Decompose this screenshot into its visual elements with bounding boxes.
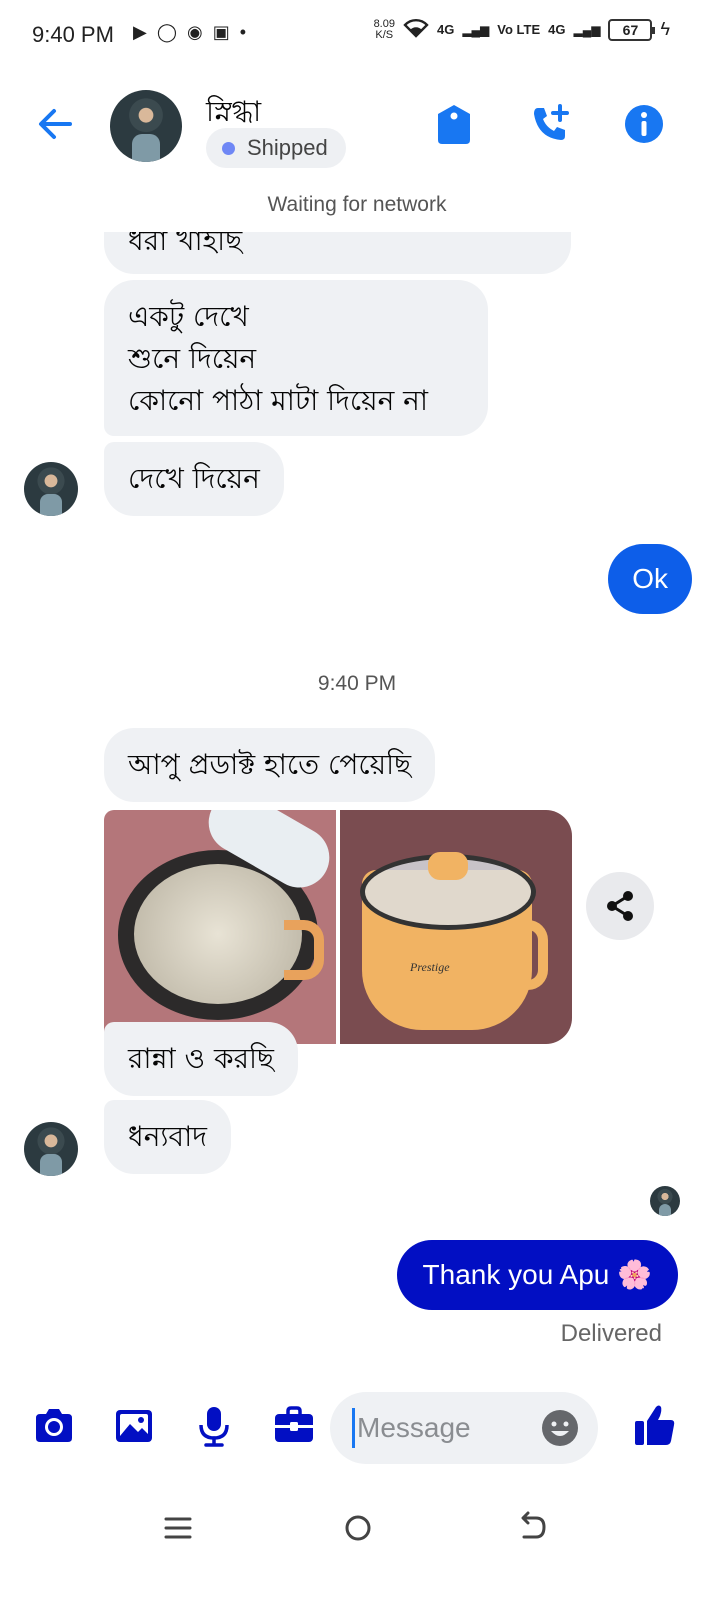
info-button[interactable] — [622, 102, 666, 146]
seen-avatar — [650, 1186, 680, 1216]
home-circle-icon — [345, 1515, 371, 1541]
info-icon — [625, 105, 663, 143]
message-composer — [0, 1386, 714, 1466]
thumbs-up-icon — [635, 1405, 675, 1445]
message-input[interactable] — [352, 1408, 532, 1448]
net-speed-unit: K/S — [375, 28, 394, 41]
photo-attachments: Prestige — [104, 810, 572, 1044]
message-bubble[interactable]: একটু দেখে শুনে দিয়েন কোনো পাঠা মাটা দিয… — [104, 280, 488, 436]
chat-header: স্নিগ্ধা Shipped — [0, 72, 714, 180]
signal-4g-1: 4G — [436, 22, 455, 37]
message-bubble[interactable]: ধরা খাইছি — [104, 232, 571, 274]
message-bubble[interactable]: ধন্যবাদ — [104, 1100, 231, 1174]
message-bubble[interactable]: আপু প্রডাক্ট হাতে পেয়েছি — [104, 728, 436, 802]
notification-icons: ▶ ◯ ◉ ▣ • — [133, 22, 246, 43]
pot-handle — [284, 920, 324, 980]
briefcase-icon — [275, 1406, 313, 1442]
charging-icon: ϟ — [660, 19, 670, 39]
app-icon: ▣ — [212, 22, 230, 42]
system-icons: 8.09 K/S 4G ▂▄▆ Vo LTE 4G ▂▄▆ 67 ϟ — [374, 18, 670, 41]
message-line: কোনো পাঠা মাটা দিয়েন না — [128, 384, 429, 417]
outgoing-message-bubble[interactable]: Ok — [608, 544, 692, 614]
wifi-icon — [403, 18, 429, 41]
voice-button[interactable] — [192, 1404, 236, 1448]
back-arrow-icon — [521, 1511, 546, 1539]
message-input-container — [330, 1392, 598, 1464]
battery-icon: 67 — [608, 18, 656, 41]
business-tools-button[interactable] — [272, 1404, 316, 1448]
camera-button[interactable] — [32, 1404, 76, 1448]
whatsapp-icon: ◯ — [156, 22, 177, 42]
more-dot-icon: • — [239, 22, 247, 42]
messenger-icon: ◉ — [187, 22, 203, 42]
network-status: Waiting for network — [267, 193, 447, 216]
pot-handle — [518, 920, 548, 990]
add-call-button[interactable] — [528, 102, 572, 146]
recent-apps-button[interactable] — [156, 1506, 200, 1550]
message-list[interactable]: ধরা খাইছি একটু দেখে শুনে দিয়েন কোনো পাঠ… — [0, 232, 714, 1382]
share-icon — [607, 891, 633, 921]
net-speed: 8.09 K/S — [373, 17, 395, 41]
system-back-button[interactable] — [510, 1506, 554, 1550]
delivery-status: Delivered — [560, 1320, 662, 1347]
photo-attachment[interactable]: Prestige — [340, 810, 572, 1044]
outgoing-message-bubble[interactable]: Thank you Apu 🌸 — [396, 1240, 678, 1310]
arrow-left-icon — [39, 109, 72, 139]
status-bar: 9:40 PM ▶ ◯ ◉ ▣ • 8.09 K/S 4G ▂▄▆ Vo LTE… — [0, 0, 714, 72]
net-speed-value: 8.09 — [373, 17, 395, 30]
home-button[interactable] — [336, 1506, 380, 1550]
phone-plus-icon — [534, 104, 569, 140]
signal-bars-icon-2: ▂▄▆ — [573, 22, 601, 37]
message-line: শুনে দিয়েন — [128, 342, 257, 375]
sender-avatar[interactable] — [24, 462, 78, 516]
status-dot — [222, 141, 235, 155]
message-line: একটু দেখে — [128, 300, 249, 333]
play-store-icon: ▶ — [133, 22, 147, 42]
label-tag-button[interactable] — [432, 102, 476, 146]
status-time: 9:40 PM — [32, 22, 114, 47]
message-timestamp: 9:40 PM — [317, 672, 397, 695]
system-navigation-bar — [0, 1490, 714, 1570]
product-brand-logo: Prestige — [410, 960, 450, 974]
like-button[interactable] — [632, 1402, 678, 1448]
volte-label: Vo LTE — [497, 22, 541, 37]
order-status-badge[interactable]: Shipped — [206, 128, 346, 168]
contact-avatar[interactable] — [110, 90, 182, 162]
signal-bars-icon: ▂▄▆ — [462, 22, 490, 37]
microphone-icon — [199, 1407, 229, 1447]
lid-knob — [428, 852, 468, 880]
emoji-icon — [542, 1410, 578, 1446]
menu-icon — [164, 1517, 192, 1539]
order-status-label: Shipped — [247, 135, 328, 160]
message-bubble[interactable]: রান্না ও করছি — [104, 1022, 299, 1096]
emoji-button[interactable] — [540, 1408, 580, 1448]
tag-icon — [438, 105, 470, 144]
photo-attachment[interactable] — [104, 810, 336, 1044]
sender-avatar[interactable] — [24, 1122, 78, 1176]
gallery-button[interactable] — [112, 1404, 156, 1448]
image-icon — [116, 1410, 152, 1442]
camera-icon — [36, 1409, 72, 1442]
share-button[interactable] — [586, 872, 654, 940]
message-bubble[interactable]: দেখে দিয়েন — [104, 442, 284, 516]
signal-4g-2: 4G — [548, 22, 566, 37]
back-button[interactable] — [34, 102, 78, 146]
